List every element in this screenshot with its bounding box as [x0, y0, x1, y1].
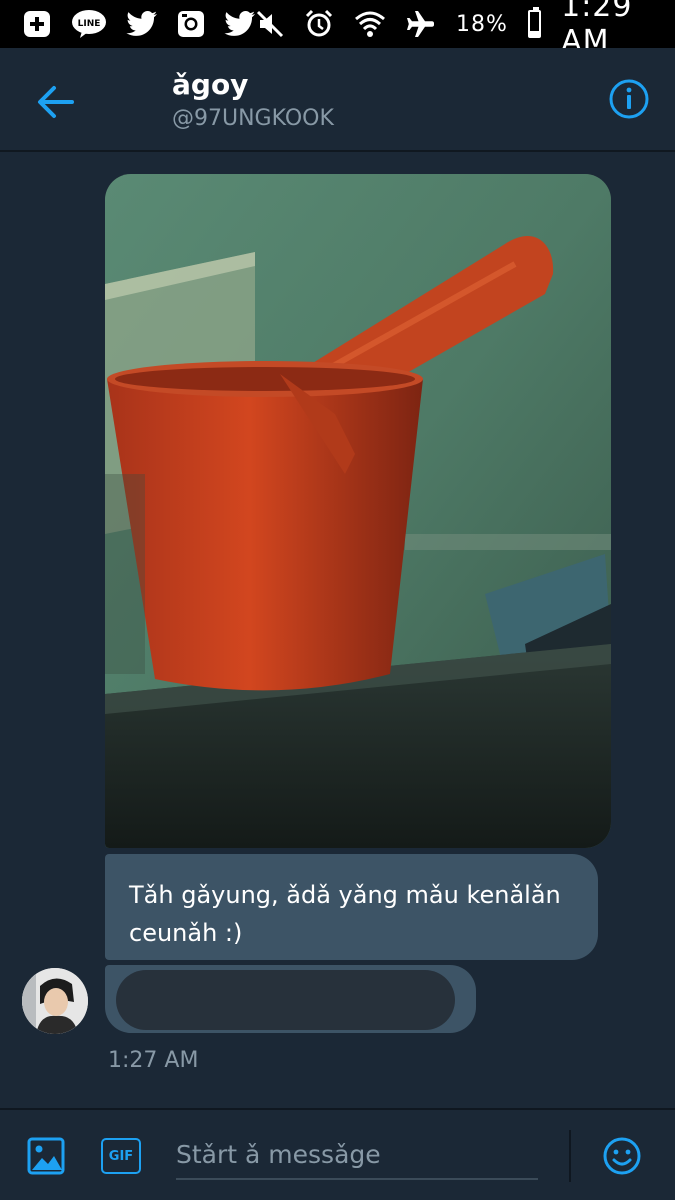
avatar[interactable]	[22, 968, 88, 1034]
arrow-left-icon	[38, 86, 74, 118]
back-button[interactable]	[34, 82, 78, 122]
status-bar: LINE 18% 1:29 AM	[0, 0, 675, 59]
photo-attachment	[105, 174, 611, 848]
airplane-icon	[406, 9, 436, 39]
photo-message[interactable]	[105, 174, 611, 848]
redaction-bar	[116, 970, 455, 1030]
wifi-icon	[354, 9, 386, 39]
line-badge-text: LINE	[78, 19, 101, 29]
add-icon	[22, 9, 52, 39]
instagram-icon	[176, 9, 206, 39]
battery-icon	[527, 7, 542, 38]
gif-button[interactable]: GIF	[101, 1138, 141, 1174]
battery-percent: 18%	[456, 11, 508, 37]
composer-divider	[569, 1130, 571, 1182]
twitter-bird-icon	[126, 10, 158, 38]
redacted-message-bubble[interactable]	[105, 965, 476, 1033]
avatar-image	[22, 968, 88, 1034]
conversation-handle[interactable]: @97UNGKOOK	[172, 106, 334, 131]
smiley-icon	[603, 1137, 641, 1175]
info-circle-icon	[609, 79, 649, 119]
message-bubble[interactable]: Tǎh gǎyung, ǎdǎ yǎng mǎu kenǎlǎn ceunǎh …	[105, 854, 598, 960]
emoji-button[interactable]	[602, 1136, 642, 1176]
line-icon: LINE	[70, 9, 108, 39]
message-timestamp: 1:27 AM	[108, 1048, 199, 1073]
message-composer: GIF	[0, 1108, 675, 1200]
add-image-button[interactable]	[26, 1136, 66, 1176]
message-input[interactable]	[176, 1130, 538, 1180]
twitter-bird-icon	[224, 10, 256, 38]
alarm-icon	[304, 9, 334, 39]
info-button[interactable]	[608, 78, 650, 120]
image-icon	[27, 1137, 65, 1175]
status-left-icons: LINE	[22, 9, 256, 39]
mute-icon	[256, 10, 284, 38]
message-text: Tǎh gǎyung, ǎdǎ yǎng mǎu kenǎlǎn ceunǎh …	[129, 881, 561, 947]
conversation-header: ǎgoy @97UNGKOOK	[0, 48, 675, 152]
conversation-name[interactable]: ǎgoy	[172, 68, 248, 101]
